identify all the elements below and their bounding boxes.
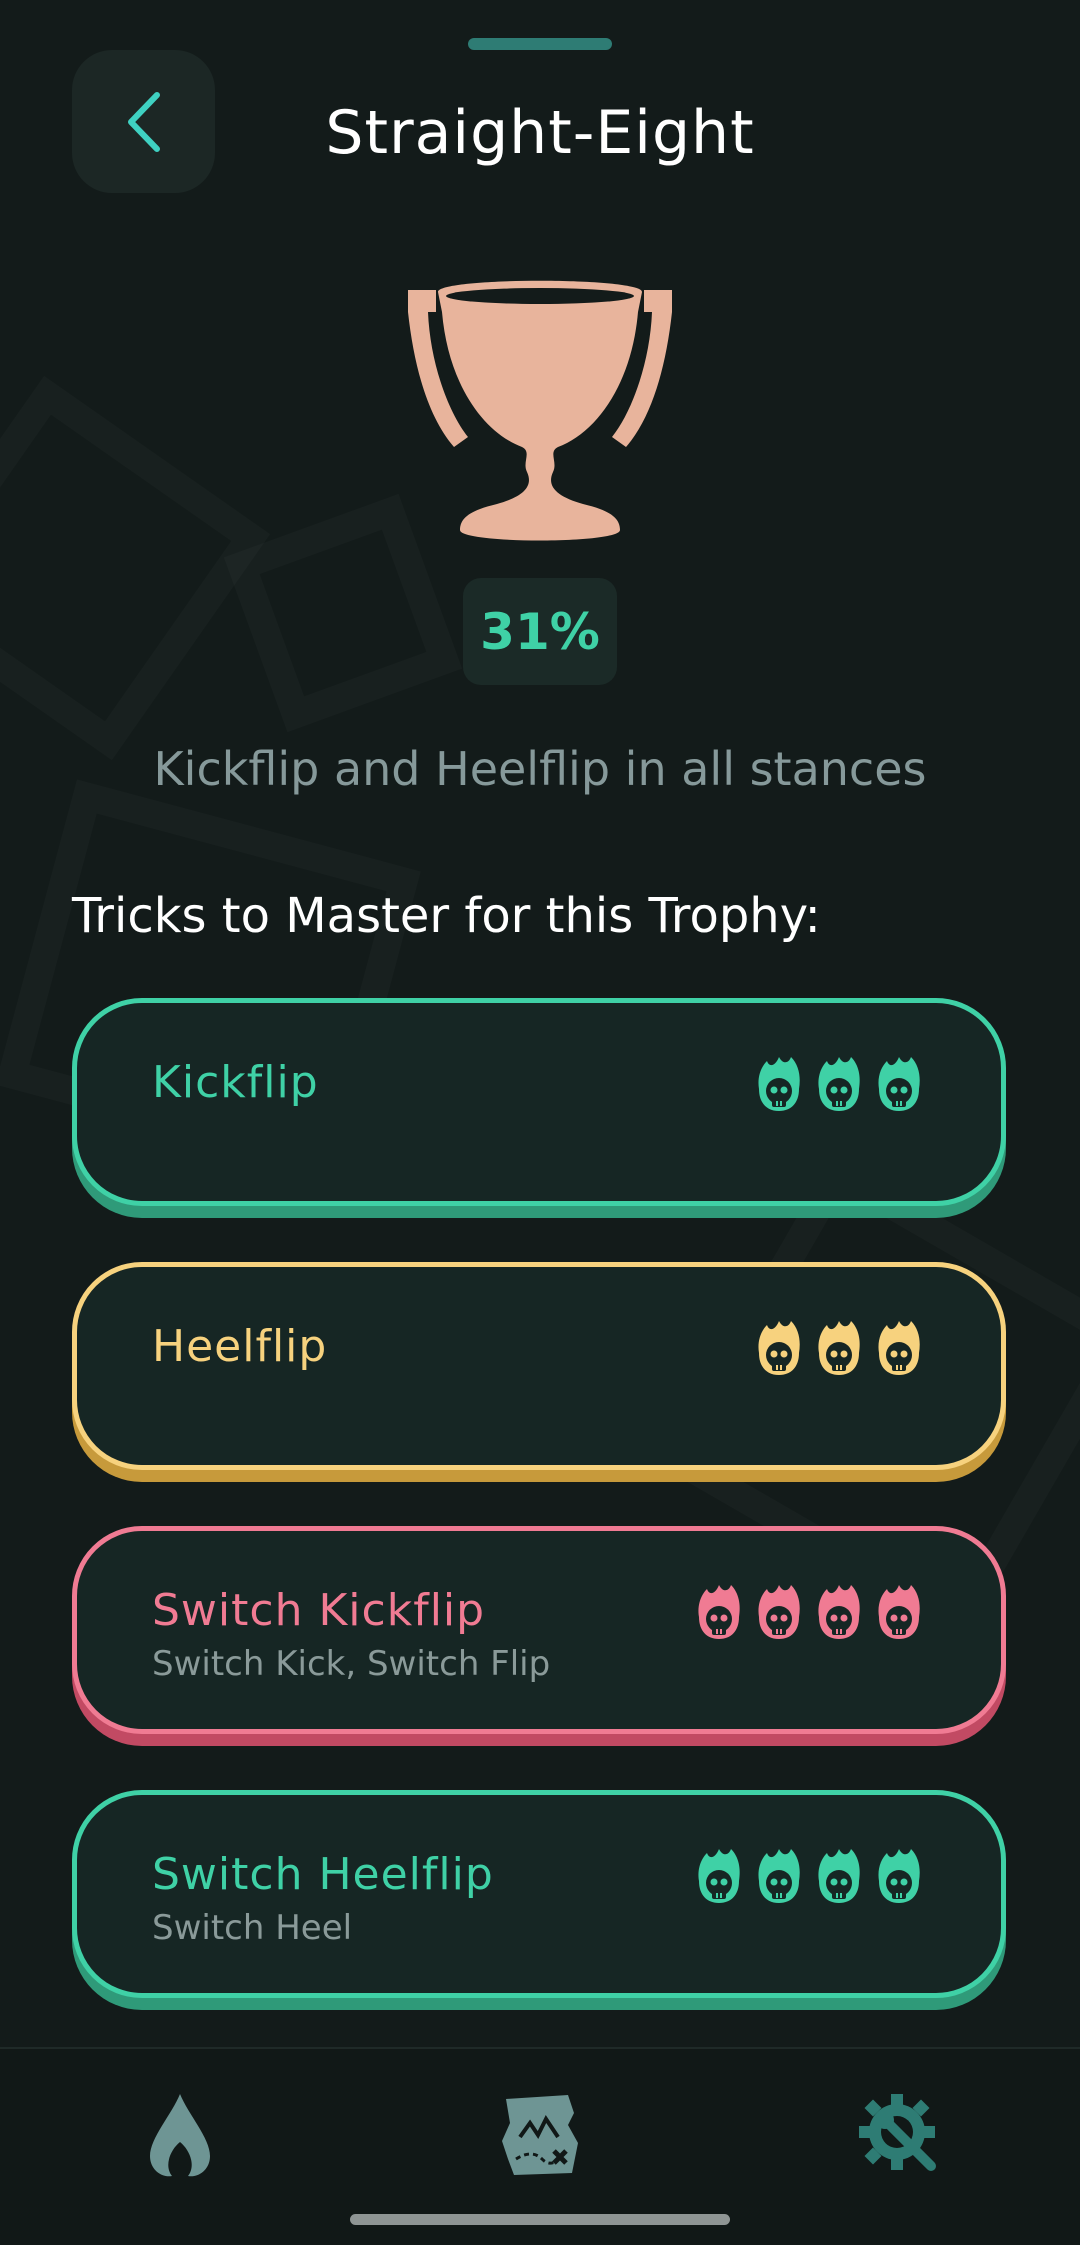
- flaming-skull-icon: [878, 1585, 920, 1639]
- nav-item-settings[interactable]: [850, 2085, 950, 2185]
- flaming-skull-icon: [878, 1849, 920, 1903]
- nav-item-map[interactable]: [490, 2085, 590, 2185]
- trophy-icon: [408, 280, 672, 541]
- flame-drop-icon: [150, 2094, 210, 2177]
- flaming-skull-icon: [698, 1585, 740, 1639]
- flaming-skull-icon: [878, 1057, 920, 1111]
- trick-name: Kickflip: [152, 1057, 319, 1108]
- trick-name: Switch Kickflip: [152, 1585, 486, 1636]
- nav-item-tricks[interactable]: [130, 2085, 230, 2185]
- flaming-skull-icon: [758, 1321, 800, 1375]
- flaming-skull-icon: [818, 1849, 860, 1903]
- home-indicator: [350, 2214, 730, 2225]
- trick-card-switch-kickflip[interactable]: Switch Kickflip Switch Kick, Switch Flip: [72, 1526, 1006, 1734]
- flaming-skull-icon: [818, 1057, 860, 1111]
- trick-subtitle: Switch Kick, Switch Flip: [152, 1644, 551, 1684]
- difficulty-skulls: [755, 1055, 923, 1113]
- flaming-skull-icon: [878, 1321, 920, 1375]
- difficulty-skulls: [755, 1319, 923, 1377]
- treasure-map-icon: [502, 2095, 578, 2175]
- trick-name: Switch Heelflip: [152, 1849, 494, 1900]
- sheet-grabber[interactable]: [468, 38, 612, 50]
- trick-name: Heelflip: [152, 1321, 328, 1372]
- flaming-skull-icon: [818, 1585, 860, 1639]
- trick-subtitle: Switch Heel: [152, 1908, 353, 1948]
- trophy-description: Kickflip and Heelflip in all stances: [153, 742, 927, 796]
- flaming-skull-icon: [818, 1321, 860, 1375]
- section-heading: Tricks to Master for this Trophy:: [72, 888, 821, 944]
- flaming-skull-icon: [698, 1849, 740, 1903]
- trick-card-kickflip[interactable]: Kickflip: [72, 998, 1006, 1206]
- flaming-skull-icon: [758, 1057, 800, 1111]
- page-title: Straight-Eight: [325, 98, 755, 168]
- trick-card-switch-heelflip[interactable]: Switch Heelflip Switch Heel: [72, 1790, 1006, 1998]
- trophy-progress-badge: 31%: [463, 578, 617, 685]
- difficulty-skulls: [695, 1847, 923, 1905]
- difficulty-skulls: [695, 1583, 923, 1641]
- gear-wrench-icon: [859, 2094, 936, 2171]
- flaming-skull-icon: [758, 1585, 800, 1639]
- trick-card-heelflip[interactable]: Heelflip: [72, 1262, 1006, 1470]
- flaming-skull-icon: [758, 1849, 800, 1903]
